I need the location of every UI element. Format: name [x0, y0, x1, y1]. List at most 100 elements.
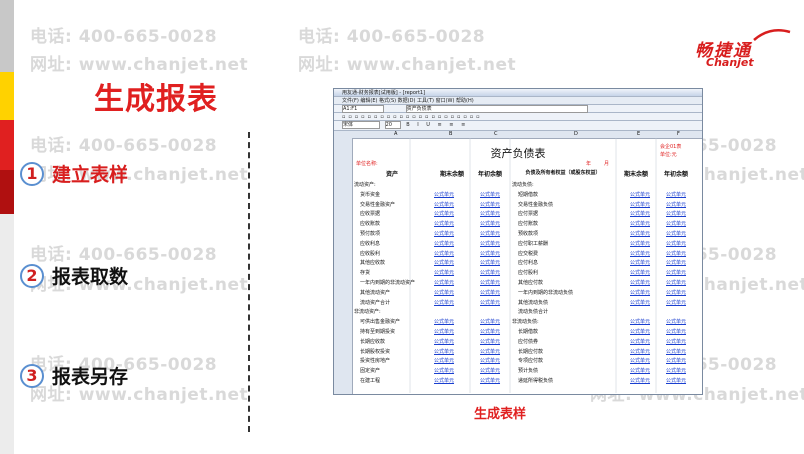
formula-cell[interactable]: 公式单元: [480, 259, 500, 266]
formula-cell[interactable]: 公式单元: [480, 318, 500, 325]
formula-cell[interactable]: 公式单元: [666, 328, 686, 335]
font-toolbar[interactable]: 宋体 20 B I U ≡ ≡ ≡: [334, 121, 702, 131]
formula-cell[interactable]: 公式单元: [666, 279, 686, 286]
formula-cell[interactable]: 公式单元: [480, 220, 500, 227]
col-header-end-2: 期末余额: [623, 171, 648, 178]
formula-cell[interactable]: 公式单元: [666, 240, 686, 247]
formula-cell[interactable]: 公式单元: [630, 250, 650, 257]
formula-cell[interactable]: 公式单元: [434, 259, 454, 266]
formula-cell[interactable]: 公式单元: [630, 210, 650, 217]
meta-right-2: 单位:元: [660, 152, 677, 158]
left-row-label: 固定资产: [360, 368, 381, 375]
formula-cell[interactable]: 公式单元: [666, 191, 686, 198]
formula-cell[interactable]: 公式单元: [434, 289, 454, 296]
toolbar-icons[interactable]: ▫▫▫▫▫▫▫▫▫▫▫▫▫▫▫▫▫▫▫▫▫▫: [334, 113, 702, 121]
formula-cell[interactable]: 公式单元: [666, 259, 686, 266]
formula-cell[interactable]: 公式单元: [480, 240, 500, 247]
formula-cell[interactable]: 公式单元: [434, 338, 454, 345]
formula-cell[interactable]: 公式单元: [480, 328, 500, 335]
formula-cell[interactable]: 公式单元: [666, 220, 686, 227]
formula-cell[interactable]: 公式单元: [666, 299, 686, 306]
formula-cell[interactable]: 公式单元: [434, 299, 454, 306]
step-2[interactable]: 2 报表取数: [20, 262, 128, 289]
formula-cell[interactable]: 公式单元: [480, 191, 500, 198]
right-row-label: 专项应付款: [518, 358, 544, 365]
formula-cell[interactable]: 公式单元: [480, 201, 500, 208]
formula-cell[interactable]: 公式单元: [434, 201, 454, 208]
formula-cell[interactable]: 公式单元: [630, 318, 650, 325]
formula-cell[interactable]: 公式单元: [630, 338, 650, 345]
formula-cell[interactable]: 公式单元: [630, 348, 650, 355]
formula-cell[interactable]: 公式单元: [630, 220, 650, 227]
formula-cell[interactable]: 公式单元: [434, 377, 454, 384]
formula-cell[interactable]: 公式单元: [480, 348, 500, 355]
formula-cell[interactable]: 公式单元: [666, 318, 686, 325]
formula-cell[interactable]: 公式单元: [666, 338, 686, 345]
formula-cell[interactable]: 公式单元: [666, 210, 686, 217]
formula-cell[interactable]: 公式单元: [630, 230, 650, 237]
formula-cell[interactable]: 公式单元: [434, 210, 454, 217]
formula-cell[interactable]: 公式单元: [480, 210, 500, 217]
spreadsheet-grid[interactable]: A B C D E F 资产负债表 会企01表 单位:元 单位名称: 年 月 资…: [334, 131, 702, 394]
cell-ref: A1:F1: [342, 105, 384, 113]
formula-cell[interactable]: 公式单元: [480, 279, 500, 286]
step-3[interactable]: 3 报表另存: [20, 362, 128, 389]
formula-cell[interactable]: 公式单元: [434, 220, 454, 227]
formula-cell[interactable]: 公式单元: [630, 289, 650, 296]
formula-cell[interactable]: 公式单元: [434, 279, 454, 286]
formula-cell[interactable]: 公式单元: [666, 357, 686, 364]
formula-cell[interactable]: 公式单元: [480, 289, 500, 296]
formula-cell[interactable]: 公式单元: [434, 367, 454, 374]
formula-cell[interactable]: 公式单元: [630, 328, 650, 335]
right-row-label: 应付股利: [518, 270, 539, 277]
right-row-label: 应付职工薪酬: [518, 240, 549, 247]
formula-cell[interactable]: 公式单元: [434, 250, 454, 257]
formula-cell[interactable]: 公式单元: [630, 240, 650, 247]
formula-cell[interactable]: 公式单元: [434, 240, 454, 247]
formula-cell[interactable]: 公式单元: [480, 367, 500, 374]
formula-cell[interactable]: 公式单元: [630, 357, 650, 364]
watermark-phone: 电话: 400-665-0028: [298, 27, 486, 47]
font-select[interactable]: 宋体: [342, 121, 380, 129]
formula-cell[interactable]: 公式单元: [630, 299, 650, 306]
formula-cell[interactable]: 公式单元: [666, 230, 686, 237]
month-label: 月: [604, 161, 610, 167]
formula-cell[interactable]: 公式单元: [630, 279, 650, 286]
formula-cell[interactable]: 公式单元: [434, 318, 454, 325]
formula-cell[interactable]: 公式单元: [434, 348, 454, 355]
formula-cell[interactable]: 公式单元: [666, 348, 686, 355]
formula-cell[interactable]: 公式单元: [630, 269, 650, 276]
formula-cell[interactable]: 公式单元: [434, 357, 454, 364]
left-bar-gray: [0, 0, 14, 72]
formula-cell[interactable]: 公式单元: [630, 191, 650, 198]
step-number-icon: 3: [20, 363, 44, 388]
right-row-label: 长期借款: [518, 329, 539, 335]
formula-cell[interactable]: 公式单元: [630, 367, 650, 374]
step-1[interactable]: 1 建立表样: [20, 160, 128, 187]
formula-cell[interactable]: 公式单元: [434, 328, 454, 335]
formula-cell[interactable]: 公式单元: [630, 377, 650, 384]
formula-cell[interactable]: 公式单元: [480, 230, 500, 237]
menu-bar[interactable]: 文件(F) 编辑(E) 格式(S) 数据(D) 工具(T) 窗口(W) 帮助(H…: [334, 97, 702, 105]
formula-cell[interactable]: 公式单元: [666, 377, 686, 384]
formula-cell[interactable]: 公式单元: [630, 201, 650, 208]
right-row-label: 应付债券: [518, 338, 539, 345]
formula-cell[interactable]: 公式单元: [480, 269, 500, 276]
formula-cell[interactable]: 公式单元: [480, 338, 500, 345]
formula-cell[interactable]: 公式单元: [666, 201, 686, 208]
font-size-select[interactable]: 20: [384, 121, 401, 129]
formula-cell[interactable]: 公式单元: [666, 269, 686, 276]
formula-cell[interactable]: 公式单元: [480, 377, 500, 384]
formula-cell[interactable]: 公式单元: [480, 299, 500, 306]
formula-cell[interactable]: 公式单元: [434, 191, 454, 198]
formula-cell[interactable]: 公式单元: [480, 357, 500, 364]
formula-cell[interactable]: 公式单元: [434, 269, 454, 276]
formula-cell[interactable]: 公式单元: [480, 250, 500, 257]
formula-bar[interactable]: A1:F1 资产负债表: [334, 105, 702, 113]
formula-cell[interactable]: 公式单元: [666, 289, 686, 296]
formula-cell[interactable]: 公式单元: [434, 230, 454, 237]
formula-cell[interactable]: 公式单元: [630, 259, 650, 266]
left-row-label: 预付款项: [360, 231, 381, 237]
formula-cell[interactable]: 公式单元: [666, 367, 686, 374]
formula-cell[interactable]: 公式单元: [666, 250, 686, 257]
